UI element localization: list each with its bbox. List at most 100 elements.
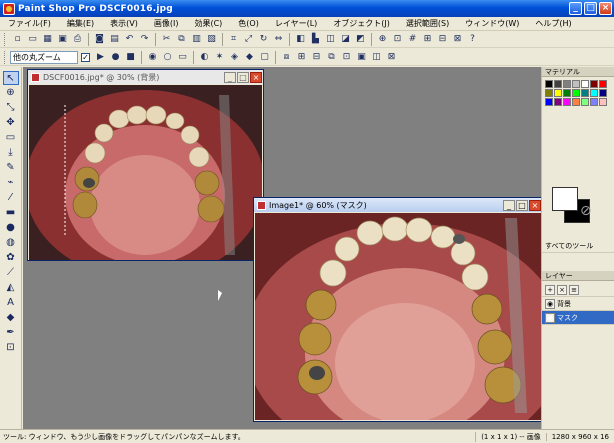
menu-edit[interactable]: 編集(E): [59, 18, 102, 29]
window-fit-icon[interactable]: ⊡: [340, 51, 353, 64]
flood-fill-icon[interactable]: ◭: [3, 281, 19, 295]
effects-icon[interactable]: ✶: [213, 51, 226, 64]
layer-item[interactable]: ◉ マスク: [542, 311, 614, 325]
delete-layer-icon[interactable]: ×: [557, 284, 567, 295]
layer-item[interactable]: ◉ 背景: [542, 297, 614, 311]
menu-layers[interactable]: レイヤー(L): [267, 18, 325, 29]
play-icon[interactable]: ▶: [94, 51, 107, 64]
swatch[interactable]: [545, 80, 553, 88]
close-button[interactable]: ×: [599, 2, 612, 15]
maximize-button[interactable]: □: [584, 2, 597, 15]
swatch[interactable]: [572, 89, 580, 97]
swatch[interactable]: [590, 98, 598, 106]
window-full-icon[interactable]: ▣: [355, 51, 368, 64]
pause-icon[interactable]: ◉: [146, 51, 159, 64]
pan-tool-icon[interactable]: ↖: [2, 71, 19, 85]
menu-window[interactable]: ウィンドウ(W): [457, 18, 527, 29]
swatch[interactable]: [554, 89, 562, 97]
document-titlebar[interactable]: DSCF0016.jpg* @ 30% (背景) _ □ ×: [28, 70, 263, 84]
zoom-preset-combo[interactable]: 他の丸ズーム: [10, 50, 78, 64]
text-tool-icon[interactable]: A: [3, 296, 19, 310]
filter-icon[interactable]: ◈: [228, 51, 241, 64]
document-titlebar[interactable]: Image1* @ 60% (マスク) _ □ ×: [254, 198, 542, 212]
menu-view[interactable]: 表示(V): [102, 18, 146, 29]
camera-icon[interactable]: ◙: [93, 33, 106, 46]
menu-help[interactable]: ヘルプ(H): [527, 18, 579, 29]
scanner-icon[interactable]: ▤: [108, 33, 121, 46]
menu-objects[interactable]: オブジェクト(J): [325, 18, 398, 29]
swatch[interactable]: [581, 98, 589, 106]
menu-image[interactable]: 画像(I): [146, 18, 187, 29]
window-tile-icon[interactable]: ⊞: [295, 51, 308, 64]
zoom-tool-icon[interactable]: ⊕: [3, 86, 19, 100]
swatch[interactable]: [545, 89, 553, 97]
retouch-tool-icon[interactable]: ●: [3, 221, 19, 235]
swatch[interactable]: [554, 98, 562, 106]
option-checkbox[interactable]: ✓: [81, 52, 90, 62]
crop-icon[interactable]: ⌗: [227, 33, 240, 46]
document-window-image1[interactable]: Image1* @ 60% (マスク) _ □ ×: [253, 197, 543, 422]
swatch[interactable]: [590, 89, 598, 97]
swatch[interactable]: [554, 80, 562, 88]
histogram-icon[interactable]: ▙: [309, 33, 322, 46]
doc-close-button[interactable]: ×: [250, 71, 262, 83]
window-split-icon[interactable]: ◫: [370, 51, 383, 64]
visibility-icon[interactable]: ◉: [545, 298, 555, 309]
rotate-icon[interactable]: ↻: [257, 33, 270, 46]
image-canvas[interactable]: [29, 85, 262, 260]
doc-maximize-button[interactable]: □: [237, 71, 249, 83]
window-new-icon[interactable]: ⊟: [310, 51, 323, 64]
menu-file[interactable]: ファイル(F): [0, 18, 59, 29]
doc-minimize-button[interactable]: _: [503, 199, 515, 211]
doc-minimize-button[interactable]: _: [224, 71, 236, 83]
doc-maximize-button[interactable]: □: [516, 199, 528, 211]
window-cascade-icon[interactable]: ⧈: [280, 51, 293, 64]
stop-icon[interactable]: ■: [124, 51, 137, 64]
overview-icon[interactable]: ◫: [324, 33, 337, 46]
paint-shop-pro-icon[interactable]: [3, 2, 15, 15]
menu-effects[interactable]: 効果(C): [186, 18, 230, 29]
workspace-area[interactable]: DSCF0016.jpg* @ 30% (背景) _ □ × Image1* @…: [23, 67, 543, 429]
selection-tool-icon[interactable]: ▭: [3, 131, 19, 145]
snap-icon[interactable]: ⊠: [451, 33, 464, 46]
layer-props-icon[interactable]: ≡: [569, 284, 579, 295]
swatch[interactable]: [599, 98, 607, 106]
resize-icon[interactable]: ⤢: [242, 33, 255, 46]
redo-icon[interactable]: ↷: [138, 33, 151, 46]
dropper-tool-icon[interactable]: ⤓: [3, 146, 19, 160]
help-icon[interactable]: ?: [466, 33, 479, 46]
color-icon[interactable]: ◆: [243, 51, 256, 64]
swatch[interactable]: [581, 89, 589, 97]
foreground-color-box[interactable]: [552, 187, 578, 211]
menu-colors[interactable]: 色(O): [230, 18, 267, 29]
copy-icon[interactable]: ⧉: [175, 33, 188, 46]
document-window-dscf0016[interactable]: DSCF0016.jpg* @ 30% (背景) _ □ ×: [27, 69, 264, 261]
color-replacer-icon[interactable]: ◍: [3, 236, 19, 250]
swatch[interactable]: [599, 80, 607, 88]
undo-icon[interactable]: ↶: [123, 33, 136, 46]
swatch[interactable]: [572, 98, 580, 106]
swatch[interactable]: [563, 89, 571, 97]
swatch[interactable]: [581, 80, 589, 88]
fit-window-icon[interactable]: ⊡: [391, 33, 404, 46]
swatch[interactable]: [590, 80, 598, 88]
grid-icon[interactable]: #: [406, 33, 419, 46]
clone-tool-icon[interactable]: ⌁: [3, 176, 19, 190]
picture-tube-icon[interactable]: ✿: [3, 251, 19, 265]
object-selector-icon[interactable]: ⊡: [3, 341, 19, 355]
window-close-icon[interactable]: ⊠: [385, 51, 398, 64]
guides-icon[interactable]: ⊟: [436, 33, 449, 46]
paste-icon[interactable]: ▥: [190, 33, 203, 46]
zoom-icon[interactable]: ⊕: [376, 33, 389, 46]
menu-selections[interactable]: 選択範囲(S): [398, 18, 457, 29]
paintbrush-tool-icon[interactable]: ✎: [3, 161, 19, 175]
paste-new-icon[interactable]: ▧: [205, 33, 218, 46]
swatch[interactable]: [563, 80, 571, 88]
eraser-tool-icon[interactable]: ▬: [3, 206, 19, 220]
color-swatches[interactable]: [542, 77, 614, 109]
adjust-icon[interactable]: ◐: [198, 51, 211, 64]
preset-shape-icon[interactable]: ◆: [3, 311, 19, 325]
move-tool-icon[interactable]: ✥: [3, 116, 19, 130]
minimize-button[interactable]: _: [569, 2, 582, 15]
fg-bg-color-selector[interactable]: ⊘: [550, 185, 606, 233]
